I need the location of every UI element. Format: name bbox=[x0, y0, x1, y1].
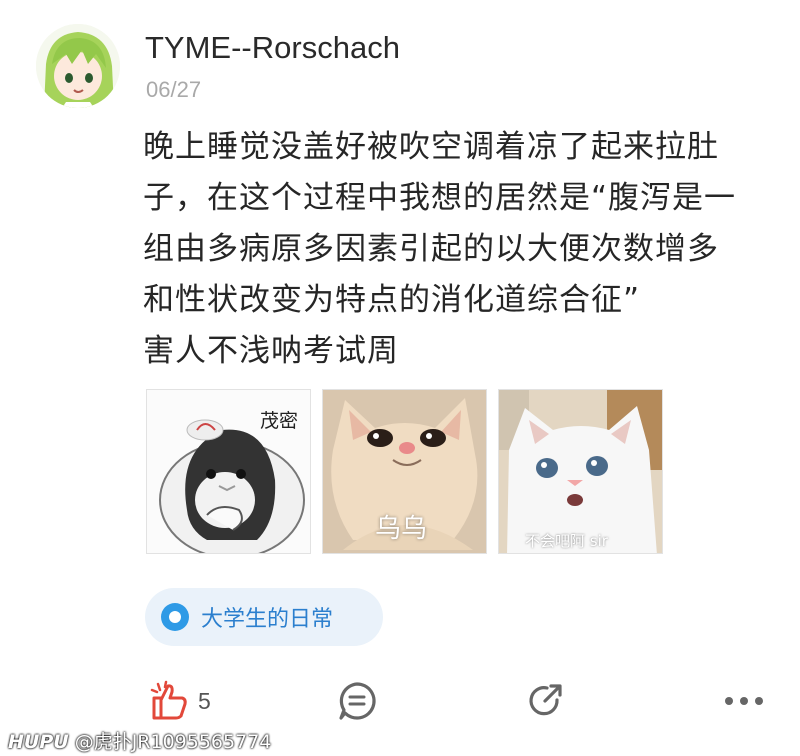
topic-tag[interactable]: 大学生的日常 bbox=[145, 588, 383, 646]
watermark-handle: @虎扑JR1095565774 bbox=[74, 731, 272, 753]
watermark-brand: HUPU bbox=[8, 731, 69, 753]
share-button[interactable] bbox=[525, 680, 567, 722]
avatar[interactable] bbox=[36, 24, 120, 108]
username[interactable]: TYME--Rorschach bbox=[145, 30, 400, 66]
image-caption: 不会吧阿 sir bbox=[525, 532, 608, 550]
more-dots-icon bbox=[725, 697, 763, 705]
topic-icon bbox=[161, 603, 189, 631]
post-text-line: 组由多病原多因素引起的以大便次数增多 bbox=[143, 231, 719, 267]
more-button[interactable] bbox=[722, 680, 768, 722]
image-caption: 茂密 bbox=[259, 410, 298, 432]
topic-label: 大学生的日常 bbox=[201, 607, 334, 632]
image-thumbnail-penguin[interactable]: 茂密 bbox=[146, 389, 311, 554]
post-text-line: 害人不浅呐考试周 bbox=[143, 333, 399, 369]
watermark: HUPU @虎扑JR1095565774 bbox=[8, 727, 271, 754]
like-button[interactable]: 5 bbox=[148, 680, 211, 722]
image-thumbnail-surprised-cat[interactable]: 不会吧阿 sir bbox=[498, 389, 663, 554]
post-text: 晚上睡觉没盖好被吹空调着凉了起来拉肚 子，在这个过程中我想的居然是“腹泻是一 组… bbox=[143, 122, 783, 377]
like-count: 5 bbox=[198, 687, 211, 714]
image-caption: 乌乌 bbox=[375, 514, 428, 544]
post-text-line: 晚上睡觉没盖好被吹空调着凉了起来拉肚 bbox=[143, 129, 719, 165]
image-thumbnail-crying-cat[interactable]: 乌乌 bbox=[322, 389, 487, 554]
share-icon bbox=[529, 684, 562, 716]
post-text-line: 和性状改变为特点的消化道综合征” bbox=[143, 282, 641, 318]
post-date: 06/27 bbox=[146, 77, 202, 102]
comment-icon bbox=[339, 682, 376, 720]
thumbs-up-icon bbox=[150, 680, 187, 720]
post-text-line: 子，在这个过程中我想的居然是“腹泻是一 bbox=[143, 180, 737, 216]
comment-button[interactable] bbox=[336, 680, 378, 722]
